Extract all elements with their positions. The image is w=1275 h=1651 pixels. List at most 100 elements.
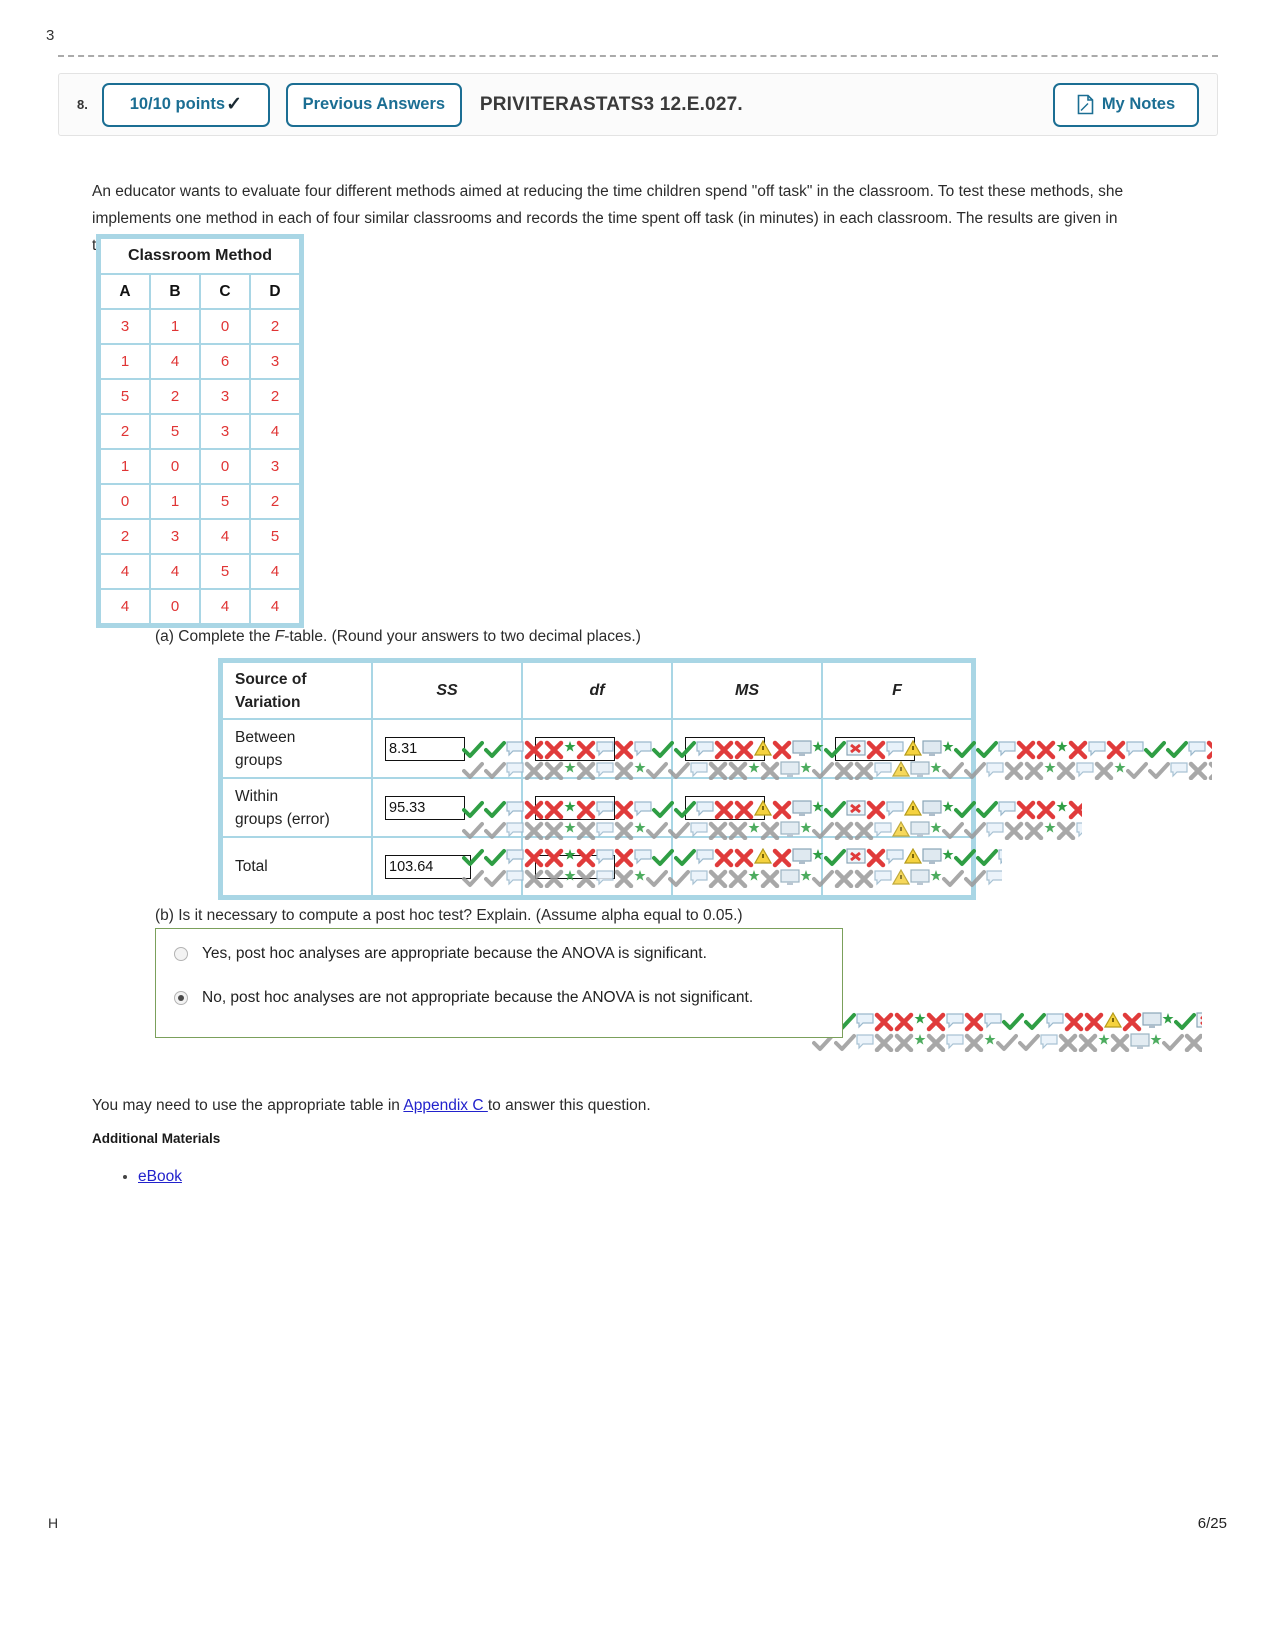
part-a-italic: F bbox=[274, 628, 285, 645]
cell-ms-between bbox=[673, 720, 821, 777]
page-top-stub: 3 bbox=[46, 28, 55, 42]
classroom-table-title-row: Classroom Method bbox=[101, 239, 299, 273]
cell: 3 bbox=[201, 380, 249, 413]
column-header-a: A bbox=[101, 275, 149, 308]
cell: 2 bbox=[251, 310, 299, 343]
ss-between-input[interactable]: 8.31 bbox=[385, 736, 465, 761]
cell: 4 bbox=[151, 345, 199, 378]
grading-icon-strip bbox=[812, 1012, 1202, 1052]
df-total-input[interactable] bbox=[535, 854, 615, 879]
column-header-b: B bbox=[151, 275, 199, 308]
cell: 5 bbox=[251, 520, 299, 553]
source-line-1: Source of bbox=[235, 670, 307, 688]
cell: 1 bbox=[151, 310, 199, 343]
header-ms: MS bbox=[673, 663, 821, 718]
header-df: df bbox=[523, 663, 671, 718]
cell: 2 bbox=[251, 380, 299, 413]
cell-f-within bbox=[823, 779, 971, 836]
cell: 3 bbox=[101, 310, 149, 343]
ss-total-input[interactable]: 103.64 bbox=[385, 854, 471, 879]
cell: 5 bbox=[201, 555, 249, 588]
cell: 4 bbox=[201, 590, 249, 623]
cell: 0 bbox=[151, 450, 199, 483]
ms-between-input[interactable] bbox=[685, 736, 765, 761]
points-badge[interactable]: 10/10 points ✓ bbox=[101, 82, 270, 127]
f-between-input[interactable] bbox=[835, 736, 915, 761]
source-line-2: Variation bbox=[235, 693, 301, 711]
cell-df-within bbox=[523, 779, 671, 836]
cell: 1 bbox=[151, 485, 199, 518]
note-page-icon bbox=[1077, 94, 1094, 115]
cell: 4 bbox=[201, 520, 249, 553]
choice-label-no: No, post hoc analyses are not appropriat… bbox=[202, 989, 754, 1006]
cell-ms-within bbox=[673, 779, 821, 836]
table-row: 1 4 6 3 bbox=[101, 345, 299, 378]
table-row: 3 1 0 2 bbox=[101, 310, 299, 343]
choice-label-yes: Yes, post hoc analyses are appropriate b… bbox=[202, 945, 707, 962]
appendix-pre-text: You may need to use the appropriate tabl… bbox=[92, 1097, 404, 1114]
row-label-line-1: Total bbox=[235, 858, 268, 875]
additional-materials-heading: Additional Materials bbox=[92, 1131, 221, 1146]
header-f: F bbox=[823, 663, 971, 718]
f-table-body: Source of Variation SS df MS F Between g… bbox=[223, 663, 971, 895]
footer-page-indicator: 6/25 bbox=[1197, 1515, 1227, 1532]
part-b-choice-group: Yes, post hoc analyses are appropriate b… bbox=[155, 928, 843, 1038]
cell-df-between bbox=[523, 720, 671, 777]
previous-answers-button[interactable]: Previous Answers bbox=[285, 82, 462, 127]
ss-within-input[interactable]: 95.33 bbox=[385, 795, 465, 820]
dashed-separator bbox=[58, 55, 1218, 57]
f-table-wrapper: Source of Variation SS df MS F Between g… bbox=[218, 658, 976, 900]
my-notes-button[interactable]: My Notes bbox=[1053, 82, 1199, 127]
radio-no[interactable] bbox=[174, 991, 188, 1005]
cell: 4 bbox=[101, 555, 149, 588]
table-row: 4 4 5 4 bbox=[101, 555, 299, 588]
additional-materials-list: eBook bbox=[120, 1168, 182, 1186]
header-ms-text: MS bbox=[735, 681, 759, 699]
row-label-line-1: Between bbox=[235, 728, 296, 746]
table-row: 2 5 3 4 bbox=[101, 415, 299, 448]
points-label: 10/10 points bbox=[129, 95, 226, 113]
cell: 4 bbox=[251, 590, 299, 623]
cell: 3 bbox=[201, 415, 249, 448]
cell: 3 bbox=[251, 450, 299, 483]
cell: 0 bbox=[151, 590, 199, 623]
question-header: 8. 10/10 points ✓ Previous Answers PRIVI… bbox=[58, 73, 1218, 136]
question-title: PRIVITERASTATS3 12.E.027. bbox=[479, 93, 743, 115]
df-between-input[interactable] bbox=[535, 736, 615, 761]
row-label-line-2: groups (error) bbox=[235, 810, 330, 828]
check-icon: ✓ bbox=[226, 94, 242, 115]
appendix-c-link[interactable]: Appendix C bbox=[403, 1097, 487, 1114]
cell: 5 bbox=[201, 485, 249, 518]
cell: 4 bbox=[251, 555, 299, 588]
f-table: Source of Variation SS df MS F Between g… bbox=[218, 658, 976, 900]
choice-option-yes[interactable]: Yes, post hoc analyses are appropriate b… bbox=[156, 935, 842, 973]
f-table-row-between-groups: Between groups 8.31 bbox=[223, 720, 971, 777]
table-row: 0 1 5 2 bbox=[101, 485, 299, 518]
f-table-row-total: Total 103.64 bbox=[223, 838, 971, 895]
classroom-method-table: Classroom Method A B C D 3 1 0 2 1 4 6 3… bbox=[96, 234, 304, 628]
cell: 5 bbox=[101, 380, 149, 413]
part-a-label: (a) Complete the F-table. (Round your an… bbox=[155, 628, 641, 646]
radio-yes[interactable] bbox=[174, 947, 188, 961]
cell: 2 bbox=[101, 520, 149, 553]
cell-ss-total: 103.64 bbox=[373, 838, 521, 895]
df-within-input[interactable] bbox=[535, 795, 615, 820]
ebook-link[interactable]: eBook bbox=[138, 1168, 182, 1185]
cell-f-between bbox=[823, 720, 971, 777]
table-row: 5 2 3 2 bbox=[101, 380, 299, 413]
classroom-table-body: Classroom Method A B C D 3 1 0 2 1 4 6 3… bbox=[101, 239, 299, 623]
cell: 0 bbox=[101, 485, 149, 518]
f-table-row-within-groups: Within groups (error) 95.33 bbox=[223, 779, 971, 836]
list-item: eBook bbox=[138, 1168, 182, 1186]
header-ss-text: SS bbox=[436, 681, 458, 699]
cell: 4 bbox=[251, 415, 299, 448]
previous-answers-label: Previous Answers bbox=[302, 95, 446, 113]
row-label-line-2: groups bbox=[235, 751, 283, 769]
table-row: 4 0 4 4 bbox=[101, 590, 299, 623]
cell-ss-between: 8.31 bbox=[373, 720, 521, 777]
cell: 2 bbox=[251, 485, 299, 518]
cell: 3 bbox=[151, 520, 199, 553]
choice-option-no[interactable]: No, post hoc analyses are not appropriat… bbox=[156, 979, 842, 1017]
cell: 2 bbox=[101, 415, 149, 448]
ms-within-input[interactable] bbox=[685, 795, 765, 820]
